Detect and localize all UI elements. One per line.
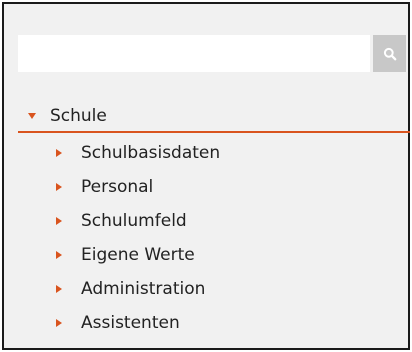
tree-item-personal[interactable]: Personal — [18, 170, 410, 204]
tree-item-label: Schulbasisdaten — [81, 143, 221, 163]
caret-right-icon — [56, 251, 62, 259]
caret-down-icon — [28, 113, 36, 119]
search-input[interactable] — [18, 35, 370, 72]
tree-item-label: Schulumfeld — [81, 211, 187, 231]
caret-right-icon — [56, 217, 62, 225]
tree-children: Schulbasisdaten Personal Schulumfeld Eig… — [18, 133, 410, 340]
tree-item-schulbasisdaten[interactable]: Schulbasisdaten — [18, 136, 410, 170]
caret-right-icon — [56, 149, 62, 157]
caret-right-icon — [56, 285, 62, 293]
tree-item-administration[interactable]: Administration — [18, 272, 410, 306]
caret-right-icon — [56, 319, 62, 327]
tree-item-assistenten[interactable]: Assistenten — [18, 306, 410, 340]
tree-item-schule[interactable]: Schule — [18, 101, 410, 133]
tree-item-eigene-werte[interactable]: Eigene Werte — [18, 238, 410, 272]
tree-item-label: Schule — [50, 106, 107, 126]
tree-item-schulumfeld[interactable]: Schulumfeld — [18, 204, 410, 238]
caret-right-icon — [56, 183, 62, 191]
navigation-tree: Schule Schulbasisdaten Personal Schulumf… — [18, 101, 410, 340]
search-button[interactable] — [373, 35, 406, 72]
tree-item-label: Administration — [81, 279, 206, 299]
tree-item-label: Assistenten — [81, 313, 180, 333]
navigation-panel: Schule Schulbasisdaten Personal Schulumf… — [2, 2, 410, 350]
tree-item-label: Eigene Werte — [81, 245, 195, 265]
search-icon — [383, 47, 396, 60]
tree-item-label: Personal — [81, 177, 154, 197]
search-bar — [18, 35, 406, 72]
